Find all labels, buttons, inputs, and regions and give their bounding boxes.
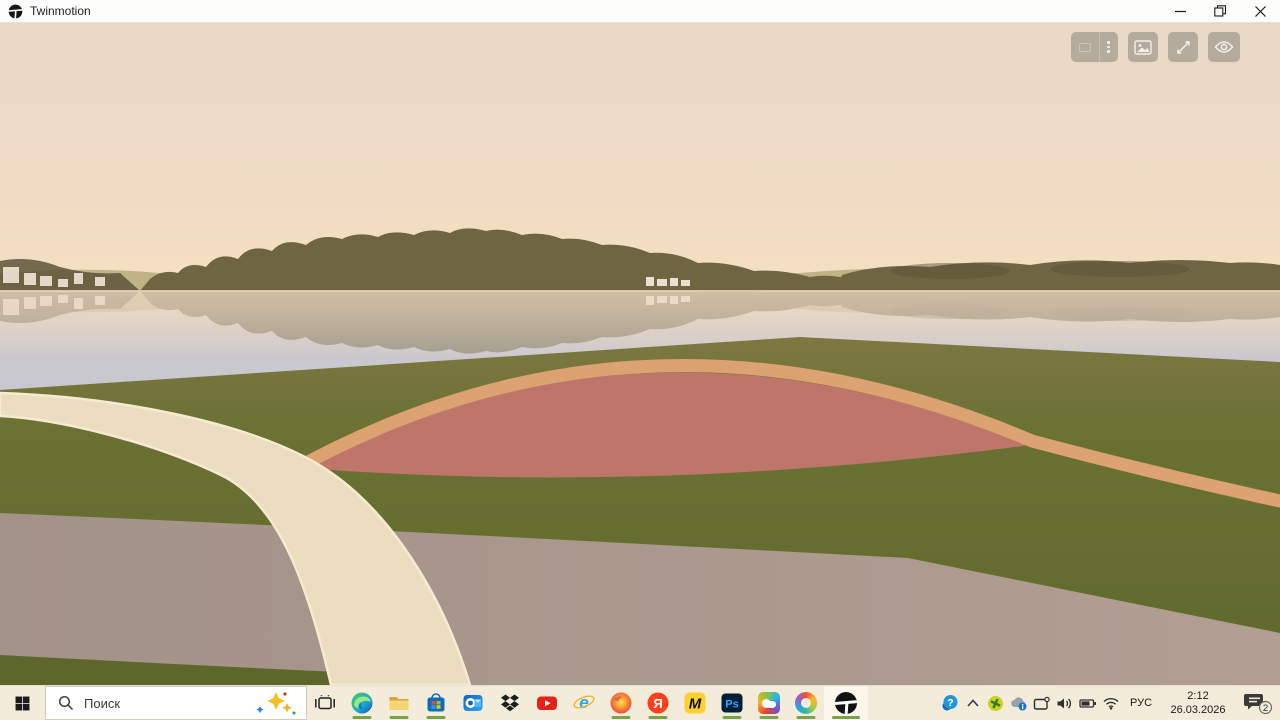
thumbnail-button[interactable]: [1128, 32, 1158, 62]
outlook-icon: [461, 691, 485, 715]
photoshop-icon: Ps: [720, 691, 744, 715]
clock[interactable]: 2:12 26.03.2026: [1160, 688, 1236, 718]
media-thumbnail-slot[interactable]: [1072, 32, 1100, 62]
taskbar: Поиск: [0, 685, 1280, 720]
miro-icon: M: [683, 691, 707, 715]
taskbar-app-store[interactable]: [417, 686, 454, 720]
help-icon: ?: [941, 694, 959, 712]
search-box[interactable]: Поиск: [45, 686, 307, 720]
taskbar-app-color-wheel[interactable]: [787, 686, 824, 720]
image-icon: [1134, 40, 1152, 55]
start-button[interactable]: [0, 686, 45, 720]
clock-date: 26.03.2026: [1160, 704, 1236, 718]
taskbar-app-youtube[interactable]: [528, 686, 565, 720]
internet-explorer-icon: e: [572, 691, 596, 715]
taskbar-app-photoshop[interactable]: Ps: [713, 686, 750, 720]
firefox-icon: [609, 691, 633, 715]
minimize-button[interactable]: [1160, 0, 1200, 22]
windows-logo-icon: [14, 695, 31, 712]
visibility-button[interactable]: [1208, 32, 1240, 62]
taskbar-app-explorer[interactable]: [380, 686, 417, 720]
taskbar-app-twinmotion[interactable]: [824, 686, 868, 720]
taskbar-app-yandex[interactable]: Я: [639, 686, 676, 720]
taskbar-app-edge[interactable]: [343, 686, 380, 720]
dropbox-icon: [498, 691, 522, 715]
horizon-line: [0, 290, 1280, 292]
svg-text:Ps: Ps: [725, 699, 738, 711]
svg-text:?: ?: [947, 697, 953, 709]
restore-button[interactable]: [1200, 0, 1240, 22]
youtube-icon: [535, 691, 559, 715]
tray-display-button[interactable]: [1030, 686, 1053, 720]
edge-icon: [350, 691, 374, 715]
wifi-icon: [1102, 696, 1120, 710]
sparkles-icon: [252, 690, 298, 716]
title-bar: Twinmotion: [0, 0, 1280, 23]
media-placeholder-icon: [1079, 43, 1091, 52]
close-icon: [1255, 6, 1266, 17]
task-view-icon: [313, 691, 337, 715]
twinmotion-window: Twinmotion: [0, 0, 1280, 720]
scene-3d-viewport[interactable]: [0, 23, 1280, 685]
creative-cloud-icon: [758, 692, 780, 714]
volume-icon: [1056, 696, 1073, 711]
viewport-toolbar: [1071, 32, 1240, 62]
tray-hidden-icons-button[interactable]: [961, 686, 984, 720]
tray-volume-button[interactable]: [1053, 686, 1076, 720]
taskbar-app-task-view[interactable]: [307, 686, 343, 720]
search-placeholder: Поиск: [84, 696, 120, 711]
taskbar-apps: e Я M: [307, 686, 868, 720]
display-icon: [1033, 696, 1050, 711]
svg-text:Я: Я: [653, 696, 662, 711]
color-wheel-icon: [795, 692, 817, 714]
updater-icon: [987, 695, 1004, 712]
restore-icon: [1214, 5, 1226, 17]
language-indicator[interactable]: РУС: [1122, 697, 1160, 709]
notification-center-button[interactable]: 2: [1236, 686, 1280, 720]
taskbar-app-outlook[interactable]: [454, 686, 491, 720]
taskbar-app-creative-cloud[interactable]: [750, 686, 787, 720]
taskbar-app-ie[interactable]: e: [565, 686, 602, 720]
folder-icon: [387, 691, 411, 715]
notification-badge: 2: [1263, 703, 1268, 714]
taskbar-app-miro[interactable]: M: [676, 686, 713, 720]
notification-icon: 2: [1243, 691, 1273, 715]
clock-time: 2:12: [1160, 690, 1236, 704]
twinmotion-logo-icon: [8, 4, 23, 19]
close-button[interactable]: [1240, 0, 1280, 22]
tray-cloud-button[interactable]: [1007, 686, 1030, 720]
hidden-icons-chevron: [966, 698, 980, 708]
expand-arrows-icon: [1175, 39, 1192, 56]
search-icon: [58, 695, 74, 711]
battery-icon: [1079, 697, 1097, 710]
twinmotion-icon: [835, 692, 857, 714]
taskbar-app-firefox[interactable]: [602, 686, 639, 720]
tray-updater-button[interactable]: [984, 686, 1007, 720]
yandex-icon: Я: [646, 691, 670, 715]
kebab-menu-icon[interactable]: [1100, 41, 1118, 53]
store-icon: [424, 691, 448, 715]
system-tray: ?: [938, 686, 1280, 720]
svg-text:M: M: [688, 696, 701, 713]
tray-wifi-button[interactable]: [1099, 686, 1122, 720]
window-controls: [1160, 0, 1280, 22]
tray-battery-button[interactable]: [1076, 686, 1099, 720]
tray-help-button[interactable]: ?: [938, 686, 961, 720]
viewport: Новых уведомлений: 2: [0, 23, 1280, 685]
minimize-icon: [1175, 6, 1186, 17]
cloud-info-icon: [1009, 696, 1028, 711]
eye-icon: [1214, 40, 1234, 54]
window-title: Twinmotion: [30, 4, 91, 18]
media-split-button[interactable]: [1071, 32, 1118, 62]
taskbar-app-dropbox[interactable]: [491, 686, 528, 720]
expand-button[interactable]: [1168, 32, 1198, 62]
